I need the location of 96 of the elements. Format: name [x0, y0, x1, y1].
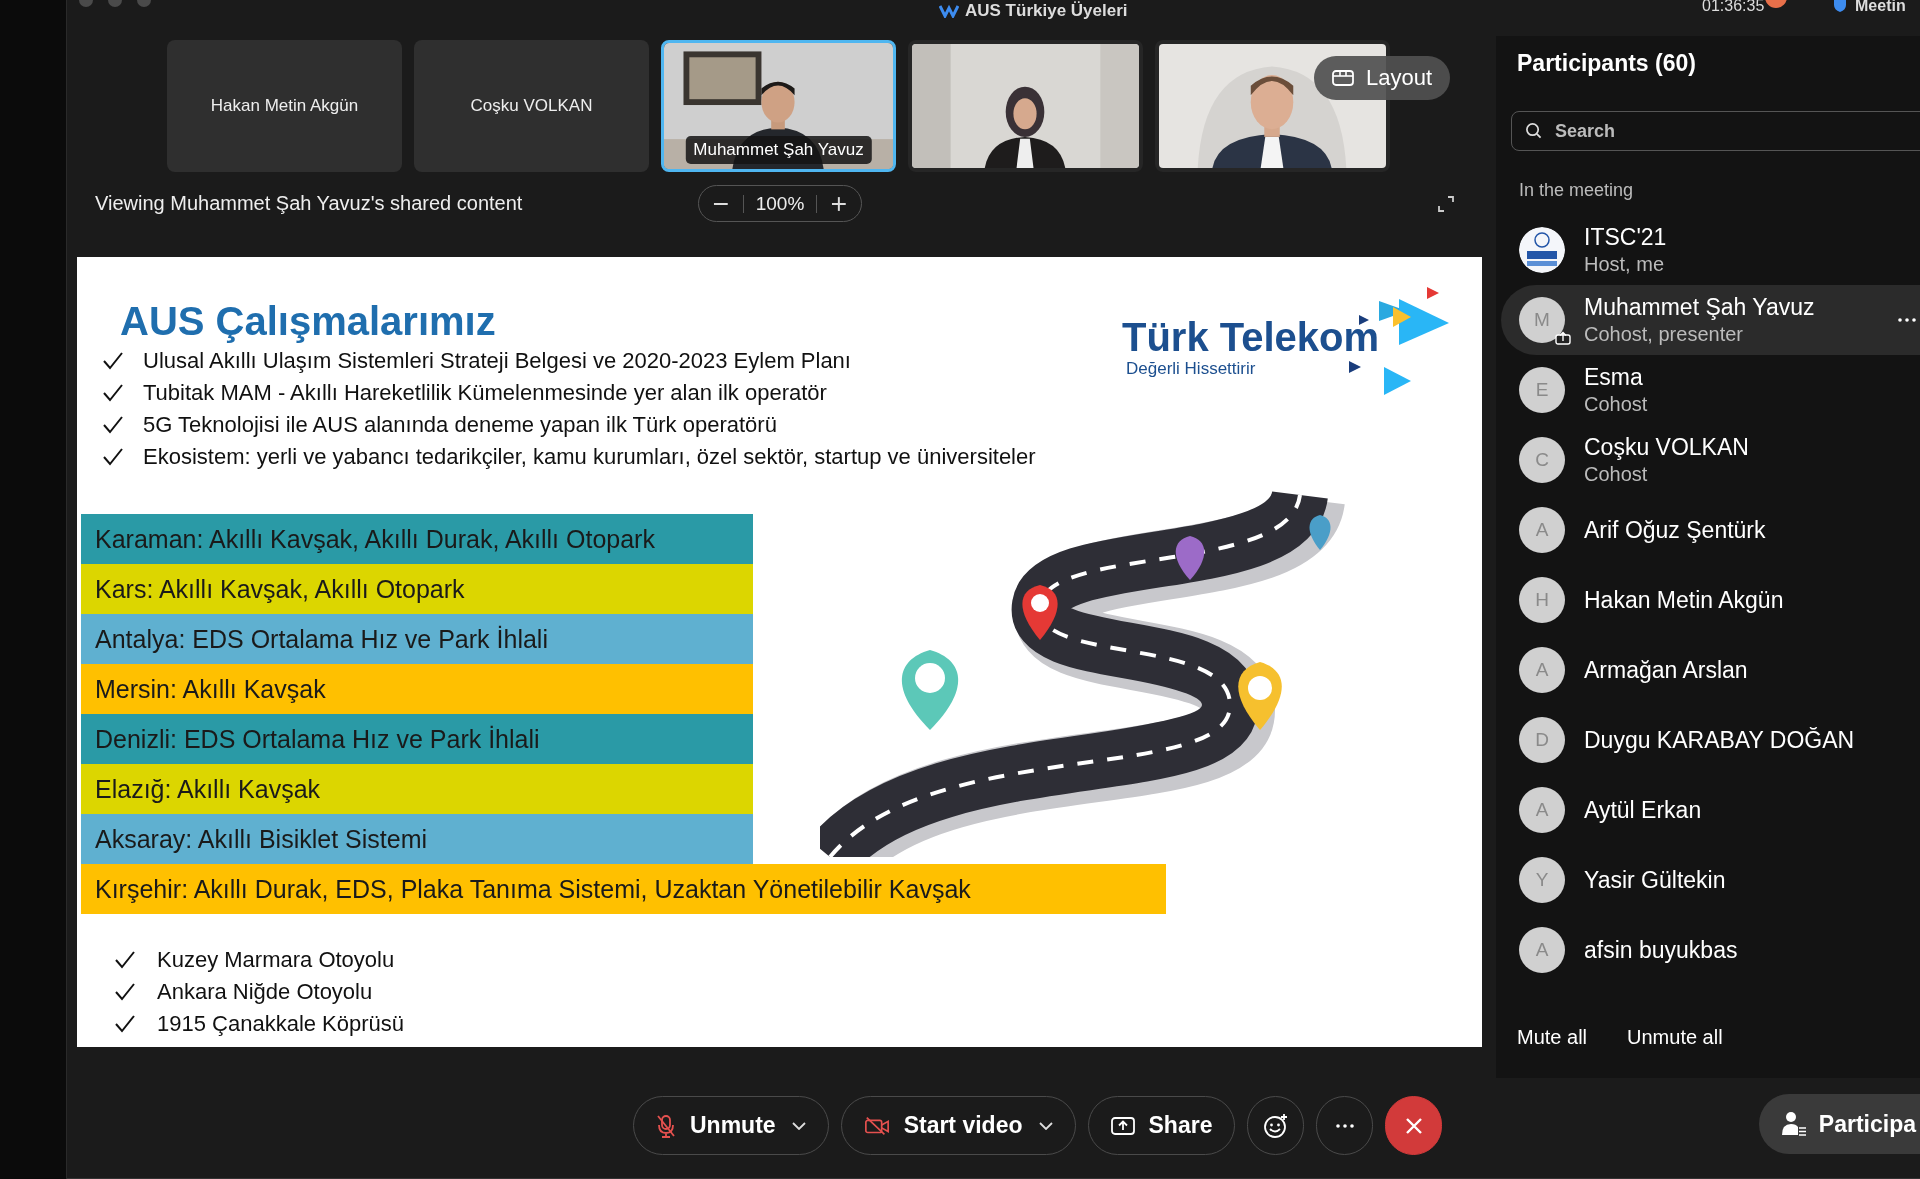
avatar: D — [1519, 717, 1565, 763]
region-text: Antalya: EDS Ortalama Hız ve Park İhlali — [95, 624, 548, 654]
region-text: Aksaray: Akıllı Bisiklet Sistemi — [95, 824, 428, 854]
mute-all-button[interactable]: Mute all — [1517, 1026, 1588, 1049]
participant-row[interactable]: A Armağan Arslan — [1501, 635, 1920, 705]
avatar: M — [1519, 297, 1565, 343]
leave-button[interactable] — [1385, 1096, 1443, 1155]
region-text: Mersin: Akıllı Kavşak — [95, 674, 326, 704]
logo-slogan: Değerli Hissettirir — [1126, 359, 1257, 379]
participant-role: Host, me — [1584, 253, 1666, 276]
bullet-text: Tubitak MAM - Akıllı Hareketlilik Kümelenmesinde yer alan ilk operatör — [143, 380, 827, 406]
region-text: Elazığ: Akıllı Kavşak — [95, 774, 321, 804]
participant-tile[interactable]: Hakan Metin Akgün — [167, 40, 402, 172]
participant-row[interactable]: ITSC'21 Host, me — [1501, 215, 1920, 285]
participant-tile[interactable]: Coşku VOLKAN — [414, 40, 649, 172]
participants-button[interactable]: Participa — [1758, 1094, 1920, 1154]
app-logo-icon — [939, 4, 959, 18]
check-icon — [103, 384, 123, 402]
window-title: AUS Türkiye Üyeleri — [965, 1, 1128, 21]
mic-muted-icon — [656, 1113, 676, 1138]
participant-name-label: Muhammet Şah Yavuz — [685, 136, 872, 164]
check-icon — [115, 951, 135, 969]
check-icon — [115, 983, 135, 1001]
panel-title: Participants (60) — [1517, 50, 1696, 77]
participant-row[interactable]: C Coşku VOLKAN Cohost — [1501, 425, 1920, 495]
avatar: A — [1519, 647, 1565, 693]
region-text: Kırşehir: Akıllı Durak, EDS, Plaka Tanıma Sistemi, Uzaktan Yönetilebilir Kavşak — [95, 874, 971, 904]
smiley-icon — [1262, 1112, 1289, 1139]
search-icon — [1525, 122, 1542, 139]
fullscreen-icon[interactable] — [1437, 194, 1455, 213]
avatar: E — [1519, 367, 1565, 413]
check-icon — [115, 1015, 135, 1033]
bullet-text: Ulusal Akıllı Ulaşım Sistemleri Strateji Belgesi ve 2020-2023 Eylem Planı — [143, 348, 851, 374]
participant-name: Armağan Arslan — [1584, 656, 1748, 684]
participant-name: Coşku VOLKAN — [1584, 434, 1749, 461]
participant-row[interactable]: A afsin buyukbas — [1501, 915, 1920, 985]
share-screen-icon — [1110, 1115, 1135, 1136]
participant-name: Hakan Metin Akgün — [210, 96, 359, 116]
participant-row[interactable]: E Esma Cohost — [1501, 355, 1920, 425]
participant-row[interactable]: M Muhammet Şah Yavuz Cohost, presenter — [1501, 285, 1920, 355]
participant-name: Hakan Metin Akgün — [1584, 586, 1784, 614]
more-icon — [1335, 1123, 1354, 1128]
conference-logo-icon — [1519, 227, 1565, 273]
region-text: Denizli: EDS Ortalama Hız ve Park İhlali — [95, 724, 540, 754]
logo-wordmark: Türk Telekom — [1122, 315, 1380, 359]
participant-name: Arif Oğuz Şentürk — [1584, 516, 1766, 544]
camera-off-icon — [863, 1115, 890, 1136]
participant-role: Cohost — [1584, 463, 1649, 486]
bullet-text: Kuzey Marmara Otoyolu — [157, 947, 395, 973]
participant-name: Esma — [1584, 364, 1644, 391]
slide-title: AUS Çalışmalarımız — [120, 299, 496, 343]
region-text: Kars: Akıllı Kavşak, Akıllı Otopark — [95, 574, 465, 604]
zoom-level: 100% — [755, 192, 805, 215]
bullet-text: Ekosistem: yerli ve yabancı tedarikçiler, kamu kurumları, özel sektör, startup ve üniversiteler — [143, 444, 1036, 470]
participant-name: Coşku VOLKAN — [470, 96, 593, 116]
avatar: C — [1519, 437, 1565, 483]
check-icon — [103, 448, 123, 466]
participant-row[interactable]: A Aytül Erkan — [1501, 775, 1920, 845]
avatar: Y — [1519, 857, 1565, 903]
participant-name: Yasir Gültekin — [1584, 866, 1726, 894]
layout-icon — [1332, 70, 1354, 86]
participant-row[interactable]: D Duygu KARABAY DOĞAN — [1501, 705, 1920, 775]
participant-role: Cohost — [1584, 393, 1648, 416]
shield-icon — [1834, 0, 1846, 12]
video-tile-frame[interactable]: Muhammet Şah Yavuz — [661, 40, 896, 172]
caret-icon[interactable] — [1038, 1121, 1053, 1130]
caret-icon[interactable] — [791, 1121, 806, 1130]
section-heading: In the meeting — [1519, 180, 1634, 201]
region-text: Karaman: Akıllı Kavşak, Akıllı Durak, Akıllı Otopark — [95, 524, 655, 554]
avatar: A — [1519, 507, 1565, 553]
close-icon — [1403, 1115, 1424, 1136]
participant-name: ITSC'21 — [1584, 224, 1667, 251]
unmute-all-button[interactable]: Unmute all — [1627, 1026, 1723, 1049]
participant-name: Aytül Erkan — [1584, 796, 1702, 824]
participant-name: Duygu KARABAY DOĞAN — [1584, 726, 1855, 754]
more-icon[interactable] — [1898, 318, 1916, 322]
avatar: A — [1519, 787, 1565, 833]
participant-role: Cohost, presenter — [1584, 323, 1744, 346]
participant-row[interactable]: H Hakan Metin Akgün — [1501, 565, 1920, 635]
bullet-text: 1915 Çanakkale Köprüsü — [157, 1011, 405, 1037]
avatar: A — [1519, 927, 1565, 973]
shared-content-label: Viewing Muhammet Şah Yavuz's shared content — [94, 192, 524, 215]
participant-name: afsin buyukbas — [1584, 936, 1738, 964]
bullet-text: Ankara Niğde Otoyolu — [157, 979, 373, 1005]
participant-row[interactable]: A Arif Oğuz Şentürk — [1501, 495, 1920, 565]
participant-row[interactable]: Y Yasir Gültekin — [1501, 845, 1920, 915]
participants-icon — [1780, 1111, 1807, 1137]
avatar: H — [1519, 577, 1565, 623]
layout-button[interactable]: Layout — [1314, 56, 1451, 100]
participant-name: Muhammet Şah Yavuz — [1584, 294, 1815, 321]
meeting-timer: 01:36:35 — [1702, 0, 1765, 15]
meeting-info-label[interactable]: Meetin — [1855, 0, 1906, 15]
search-field[interactable]: Search — [1511, 111, 1920, 151]
bullet-text: 5G Teknolojisi ile AUS alanında deneme yapan ilk Türk operatörü — [143, 412, 777, 438]
check-icon — [103, 416, 123, 434]
check-icon — [103, 352, 123, 370]
